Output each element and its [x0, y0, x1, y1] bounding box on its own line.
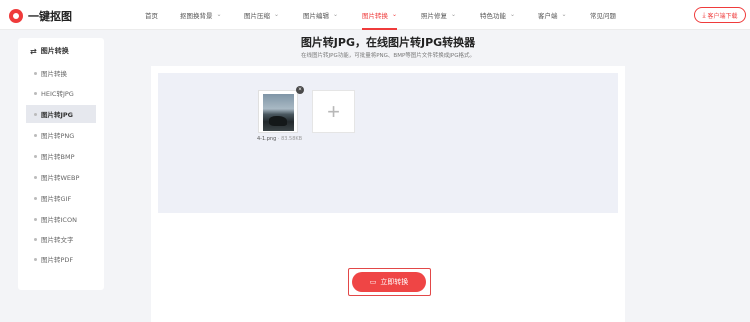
nav-item-cutout[interactable]: 抠图换背景 ⌄	[180, 0, 222, 30]
sidebar-item-label: 图片转WEBP	[41, 174, 80, 182]
nav-item-features[interactable]: 特色功能 ⌄	[480, 0, 515, 30]
nav-label: 抠图换背景	[180, 11, 213, 20]
sidebar-item-label: 图片转JPG	[41, 111, 74, 119]
nav-label: 图片编辑	[303, 11, 329, 20]
nav-item-home[interactable]: 首页	[145, 0, 158, 30]
nav-label: 特色功能	[480, 11, 506, 20]
file-name: 4-1.png	[257, 136, 277, 142]
chevron-down-icon: ⌄	[392, 11, 398, 18]
sidebar-item-heic-jpg[interactable]: HEIC转JPG	[26, 84, 114, 102]
page-subtitle: 在线图片转JPG功能，可批量将PNG、BMP等图片文件转换成JPG格式。	[301, 53, 475, 59]
chevron-down-icon: ⌄	[333, 11, 339, 18]
sidebar-item-image-convert[interactable]: 图片转换	[26, 64, 114, 82]
chevron-down-icon: ⌄	[451, 11, 457, 18]
chevron-down-icon: ⌄	[274, 11, 280, 18]
logo-text: 一键抠图	[28, 10, 72, 23]
nav-item-edit[interactable]: 图片编辑 ⌄	[303, 0, 338, 30]
page-title: 图片转JPG，在线图片转JPG转换器	[300, 36, 476, 49]
logo-icon	[9, 9, 23, 23]
sidebar-item-label: 图片转ICON	[41, 216, 77, 224]
sidebar-item-image-icon[interactable]: 图片转ICON	[26, 210, 114, 228]
sidebar-item-label: HEIC转JPG	[41, 90, 74, 98]
nav-item-repair[interactable]: 照片修复 ⌄	[421, 0, 456, 30]
sidebar-item-image-bmp[interactable]: 图片转BMP	[26, 147, 114, 165]
convert-now-button[interactable]: ▭ 立即转换	[352, 272, 426, 292]
chat-convert-icon: ▭	[369, 278, 377, 286]
file-info: 4-1.png · 83.58KB	[257, 136, 303, 142]
sidebar-item-image-text[interactable]: 图片转文字	[26, 230, 114, 248]
uploaded-file-thumbnail[interactable]	[258, 90, 298, 133]
sidebar-item-label: 图片转PNG	[41, 132, 75, 140]
nav-label: 常见问题	[590, 11, 616, 20]
nav-label: 图片压缩	[244, 11, 270, 20]
sidebar-item-image-jpg[interactable]: 图片转JPG	[26, 105, 96, 123]
nav-label: 图片转换	[362, 11, 388, 20]
nav-label: 首页	[145, 11, 158, 20]
plus-icon: +	[327, 98, 340, 124]
add-file-button[interactable]: +	[312, 90, 355, 133]
sidebar-item-label: 图片转GIF	[41, 195, 72, 203]
convert-label: 立即转换	[380, 278, 409, 286]
sidebar-item-image-pdf[interactable]: 图片转PDF	[26, 250, 114, 268]
convert-icon: ⇄	[30, 46, 37, 56]
sidebar-item-label: 图片转文字	[41, 236, 74, 244]
remove-file-button[interactable]: ×	[296, 86, 304, 94]
sidebar-item-label: 图片转PDF	[41, 256, 74, 264]
nav-label: 客户端	[538, 11, 558, 20]
upload-drop-area[interactable]	[158, 73, 618, 213]
download-label: 客户端下载	[707, 12, 738, 20]
nav-item-compress[interactable]: 图片压缩 ⌄	[244, 0, 279, 30]
client-download-button[interactable]: ⤓ 客户端下载	[694, 7, 746, 23]
nav-item-client[interactable]: 客户端 ⌄	[538, 0, 567, 30]
chevron-down-icon: ⌄	[561, 11, 567, 18]
close-icon: ×	[298, 87, 302, 93]
sidebar-item-image-png[interactable]: 图片转PNG	[26, 126, 114, 144]
file-size: 83.58KB	[281, 136, 303, 142]
download-icon: ⤓	[702, 10, 706, 19]
nav-item-faq[interactable]: 常见问题	[590, 0, 616, 30]
sidebar-item-label: 图片转BMP	[41, 153, 75, 161]
nav-item-convert[interactable]: 图片转换 ⌄	[362, 0, 398, 30]
sidebar-title: ⇄ 图片转换	[30, 46, 69, 56]
site-logo[interactable]: 一键抠图	[9, 8, 72, 24]
sidebar-item-label: 图片转换	[41, 70, 67, 78]
sidebar-title-text: 图片转换	[40, 47, 69, 55]
chevron-down-icon: ⌄	[510, 11, 516, 18]
nav-label: 照片修复	[421, 11, 447, 20]
sidebar-item-image-gif[interactable]: 图片转GIF	[26, 189, 114, 207]
top-nav-bar: 一键抠图 首页 抠图换背景 ⌄ 图片压缩 ⌄ 图片编辑 ⌄ 图片转换 ⌄ 照片修…	[0, 0, 750, 30]
photo-preview	[263, 94, 294, 131]
sidebar-item-image-webp[interactable]: 图片转WEBP	[26, 168, 114, 186]
chevron-down-icon: ⌄	[216, 11, 222, 18]
